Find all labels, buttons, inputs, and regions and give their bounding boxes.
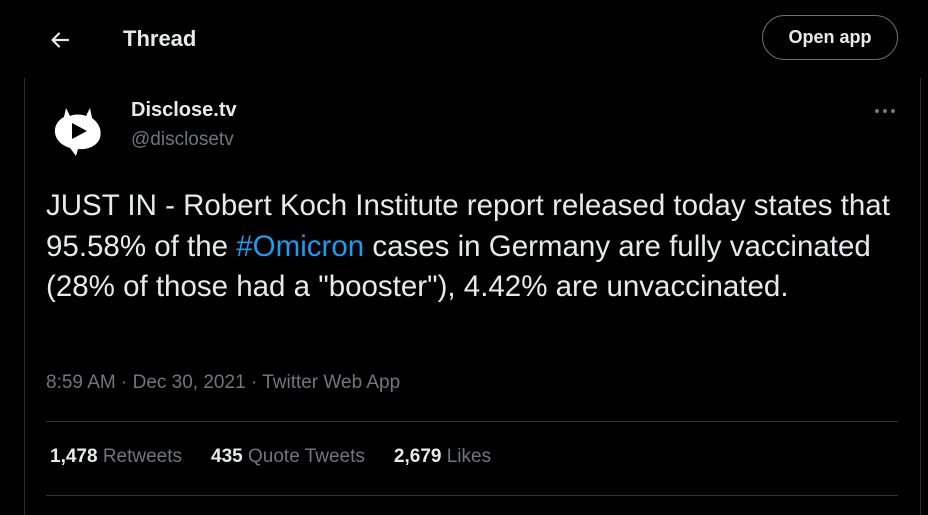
disclose-tv-logo-icon — [54, 108, 101, 156]
top-bar: Thread Open app — [0, 0, 928, 78]
tweet-time[interactable]: 8:59 AM — [46, 372, 116, 393]
tweet-date[interactable]: Dec 30, 2021 — [133, 372, 246, 393]
tweet-source[interactable]: Twitter Web App — [262, 372, 400, 393]
more-horizontal-icon — [875, 109, 895, 113]
tweet-meta: 8:59 AM · Dec 30, 2021 · Twitter Web App — [46, 372, 400, 394]
divider — [46, 421, 898, 422]
likes-count: 2,679 — [393, 446, 442, 467]
avatar[interactable] — [46, 96, 110, 160]
column-border-right — [920, 78, 921, 515]
divider — [46, 495, 898, 496]
retweets-stat[interactable]: 1,478 Retweets — [50, 446, 182, 468]
retweets-count: 1,478 — [50, 446, 98, 467]
quotes-count: 435 — [211, 446, 243, 467]
retweets-label: Retweets — [102, 446, 183, 467]
quotes-label: Quote Tweets — [248, 446, 365, 467]
back-button[interactable] — [44, 24, 76, 56]
author-name[interactable]: Disclose.tv — [131, 99, 237, 122]
tweet-text: JUST IN - Robert Koch Institute report r… — [46, 186, 896, 308]
open-app-button[interactable]: Open app — [762, 15, 898, 60]
author-handle[interactable]: @disclosetv — [131, 129, 234, 151]
likes-stat[interactable]: 2,679 Likes — [394, 446, 491, 468]
meta-separator: · — [250, 372, 258, 393]
page-title: Thread — [123, 26, 197, 51]
arrow-left-icon — [51, 32, 70, 48]
quote-tweets-stat[interactable]: 435 Quote Tweets — [211, 446, 365, 468]
hashtag-link[interactable]: #Omicron — [236, 230, 364, 263]
more-options-button[interactable] — [868, 98, 902, 124]
meta-separator: · — [121, 372, 128, 393]
column-border-left — [24, 78, 25, 515]
likes-label: Likes — [446, 446, 492, 467]
tweet-stats: 1,478 Retweets 435 Quote Tweets 2,679 Li… — [50, 446, 520, 468]
